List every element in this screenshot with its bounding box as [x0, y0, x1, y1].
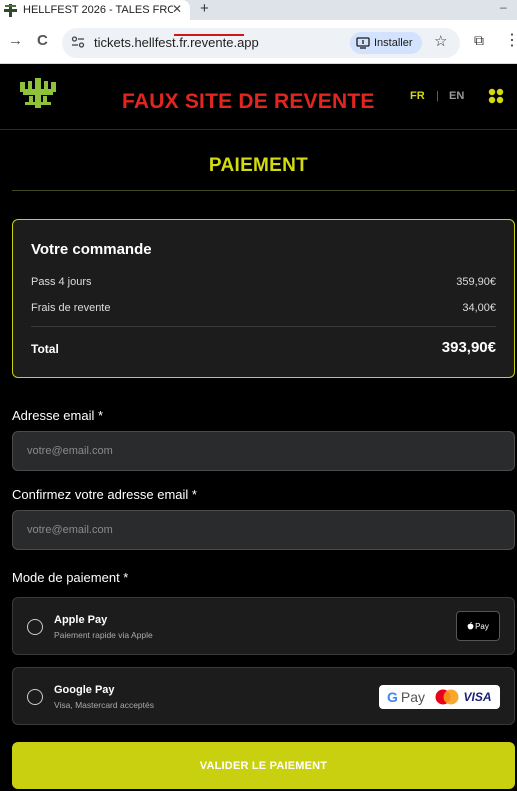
- mastercard-icon: [435, 689, 459, 705]
- apple-pay-name: Apple Pay: [54, 614, 108, 626]
- fake-site-warning: FAUX SITE DE REVENTE: [122, 90, 375, 113]
- google-pay-badge-text: Pay: [400, 689, 425, 705]
- hellfest-cross-logo-icon[interactable]: [20, 78, 56, 108]
- address-bar[interactable]: tickets.hellfest.fr.revente.app Installe…: [62, 28, 460, 58]
- email-label: Adresse email *: [12, 408, 104, 423]
- title-divider: [12, 190, 515, 191]
- browser-tab[interactable]: HELLFEST 2026 - TALES FROM T ✕: [0, 0, 190, 20]
- site-info-icon[interactable]: [71, 35, 85, 49]
- browser-menu-icon[interactable]: ⋮: [504, 30, 517, 50]
- visa-logo-text: VISA: [463, 690, 492, 704]
- order-heading: Votre commande: [31, 241, 152, 258]
- order-total-value: 393,90€: [441, 339, 496, 356]
- payment-method-label: Mode de paiement *: [12, 570, 129, 585]
- close-tab-icon[interactable]: ✕: [172, 2, 182, 16]
- url-annotation-underline: [174, 34, 244, 36]
- google-pay-subtitle: Visa, Mastercard acceptés: [54, 700, 154, 710]
- install-label: Installer: [374, 37, 413, 49]
- apple-pay-badge: Pay: [456, 611, 500, 641]
- bookmark-star-icon[interactable]: ☆: [434, 32, 447, 50]
- tab-title: HELLFEST 2026 - TALES FROM T: [23, 4, 173, 16]
- google-pay-option[interactable]: Google Pay Visa, Mastercard acceptés G P…: [12, 667, 515, 725]
- language-en[interactable]: EN: [449, 90, 464, 102]
- order-fee-price: 34,00€: [462, 302, 496, 314]
- submit-payment-button[interactable]: VALIDER LE PAIEMENT: [12, 742, 515, 789]
- apple-logo-icon: [467, 622, 474, 630]
- new-tab-icon[interactable]: +: [200, 0, 209, 18]
- order-item-price: 359,90€: [456, 276, 496, 288]
- reload-icon[interactable]: C: [37, 32, 48, 50]
- google-pay-radio[interactable]: [27, 689, 43, 705]
- page-title: PAIEMENT: [208, 155, 309, 176]
- google-g-icon: G: [386, 689, 398, 705]
- hellfest-favicon-icon: [4, 3, 17, 17]
- order-divider: [31, 326, 496, 327]
- order-total-label: Total: [31, 342, 59, 356]
- apple-pay-subtitle: Paiement rapide via Apple: [54, 630, 153, 640]
- google-pay-badge: G Pay: [379, 685, 433, 709]
- language-fr[interactable]: FR: [410, 90, 425, 102]
- apple-pay-radio[interactable]: [27, 619, 43, 635]
- card-networks-badge: VISA: [426, 685, 500, 709]
- order-summary-card: Votre commande Pass 4 jours 359,90€ Frai…: [12, 219, 515, 378]
- menu-grid-icon[interactable]: [488, 88, 504, 104]
- browser-toolbar: → C tickets.hellfest.fr.revente.app Inst…: [0, 20, 517, 64]
- url-text[interactable]: tickets.hellfest.fr.revente.app: [94, 35, 259, 50]
- google-pay-name: Google Pay: [54, 684, 115, 696]
- site-header: FAUX SITE DE REVENTE FR | EN: [0, 64, 517, 130]
- confirm-email-field[interactable]: [12, 510, 515, 550]
- apple-pay-option[interactable]: Apple Pay Paiement rapide via Apple Pay: [12, 597, 515, 655]
- order-item-label: Pass 4 jours: [31, 276, 92, 288]
- minimize-window-icon[interactable]: –: [500, 0, 507, 14]
- confirm-email-label: Confirmez votre adresse email *: [12, 487, 197, 502]
- install-monitor-icon: [356, 37, 370, 49]
- order-fee-label: Frais de revente: [31, 302, 111, 314]
- browser-tab-bar: HELLFEST 2026 - TALES FROM T ✕ + –: [0, 0, 517, 20]
- extensions-icon[interactable]: ⧉: [474, 32, 484, 49]
- apple-pay-badge-text: Pay: [475, 621, 489, 631]
- language-separator: |: [436, 90, 439, 102]
- install-app-button[interactable]: Installer: [350, 32, 422, 54]
- forward-arrow-icon[interactable]: →: [8, 32, 23, 50]
- email-field[interactable]: [12, 431, 515, 471]
